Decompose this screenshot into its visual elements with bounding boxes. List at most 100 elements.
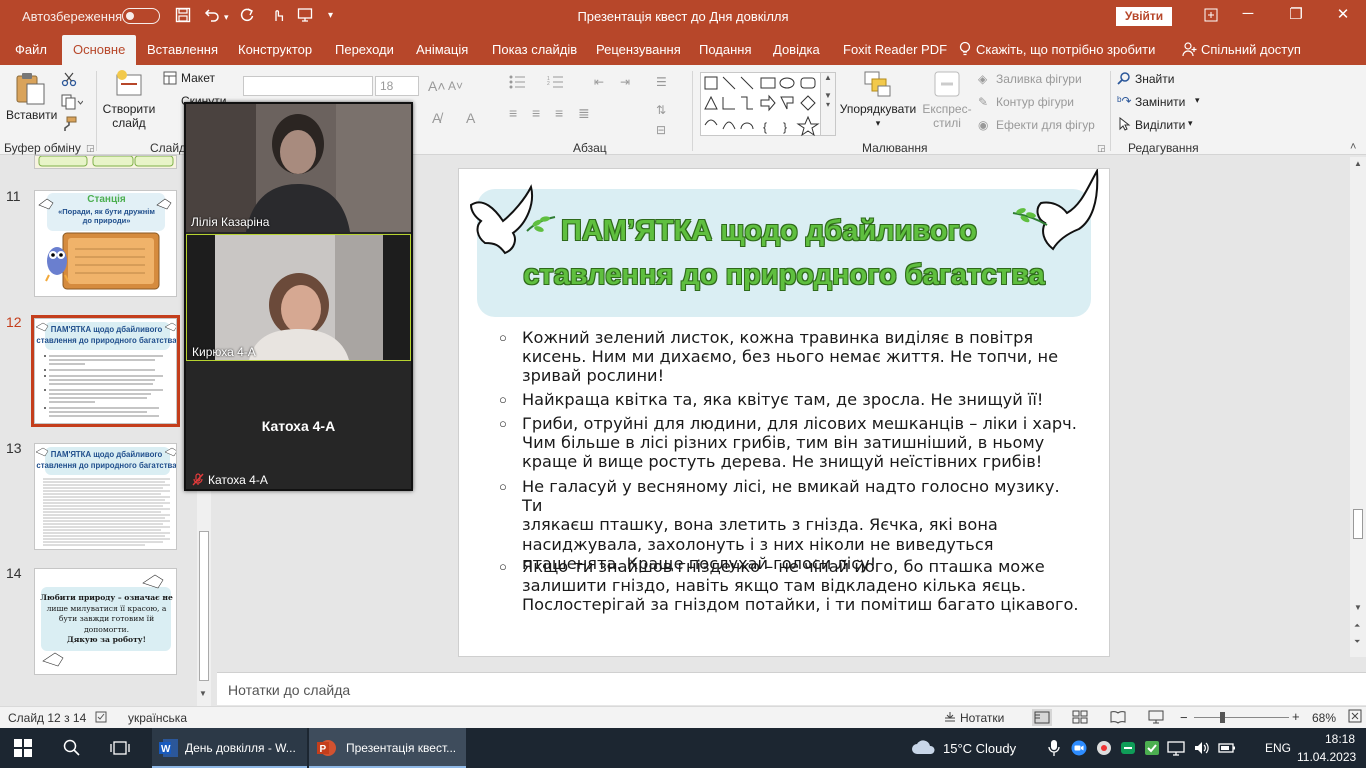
reading-view-icon[interactable] xyxy=(1110,710,1126,727)
normal-view-icon[interactable] xyxy=(1032,709,1052,726)
shapes-gallery[interactable]: { } xyxy=(700,72,834,137)
increase-font-icon[interactable]: A˄ xyxy=(428,78,446,94)
notes-toggle-button[interactable]: Нотатки xyxy=(960,711,1004,725)
drawing-launcher-icon[interactable]: ◲ xyxy=(1097,143,1106,154)
slide-canvas[interactable]: ПАМ’ЯТКА щодо дбайливого ставлення до пр… xyxy=(458,168,1110,657)
tab-design[interactable]: Конструктор xyxy=(238,42,312,57)
scroll-down-icon[interactable]: ▼ xyxy=(199,689,207,698)
format-painter-icon[interactable] xyxy=(61,116,77,135)
restore-button[interactable]: ❐ xyxy=(1273,5,1319,23)
numbering-icon[interactable]: 12 xyxy=(547,75,569,92)
search-icon[interactable] xyxy=(63,739,81,760)
tab-help[interactable]: Довідка xyxy=(773,42,820,57)
replace-button[interactable]: Замінити xyxy=(1135,95,1185,109)
clock-date[interactable]: 11.04.2023 xyxy=(1297,750,1356,764)
quick-styles-button[interactable]: Експрес- стилі xyxy=(918,69,976,130)
slide-thumbnail-10[interactable] xyxy=(34,155,177,169)
slide-thumbnail-12[interactable]: ПАМ'ЯТКА щодо дбайливого ставлення до пр… xyxy=(31,315,180,427)
select-button[interactable]: Виділити xyxy=(1135,118,1185,132)
slide-scroll-thumb[interactable] xyxy=(1353,509,1363,539)
slide-thumbnail-14[interactable]: Любити природу – означає не лише милуват… xyxy=(34,568,177,675)
find-icon[interactable] xyxy=(1117,71,1131,88)
align-text-icon[interactable]: ⊟ xyxy=(656,123,666,137)
tell-me-search[interactable]: Скажіть, що потрібно зробити xyxy=(976,42,1155,57)
select-dropdown-icon[interactable]: ▾ xyxy=(1188,118,1193,129)
weather-text[interactable]: 15°C Cloudy xyxy=(943,741,1016,756)
slide-sorter-icon[interactable] xyxy=(1072,710,1088,727)
minimize-button[interactable]: ─ xyxy=(1225,5,1271,22)
shape-outline-button[interactable]: Контур фігури xyxy=(996,95,1074,109)
bullet-text-2[interactable]: Найкраща квітка та, яка квітує там, де з… xyxy=(522,390,1082,409)
task-view-icon[interactable] xyxy=(110,739,130,760)
zoom-out-icon[interactable]: − xyxy=(1180,710,1188,725)
replace-dropdown-icon[interactable]: ▾ xyxy=(1195,95,1200,106)
align-center-icon[interactable]: ≡ xyxy=(532,105,540,121)
increase-indent-icon[interactable]: ⇥ xyxy=(620,75,630,89)
language-indicator[interactable]: українська xyxy=(128,711,187,725)
align-left-icon[interactable]: ≡ xyxy=(509,105,517,121)
slideshow-icon[interactable] xyxy=(1148,710,1164,727)
fit-to-window-icon[interactable] xyxy=(1348,709,1362,726)
clear-formatting-icon[interactable]: A̸ xyxy=(432,110,441,126)
volume-icon[interactable] xyxy=(1193,739,1211,760)
shape-effects-icon[interactable]: ◉ xyxy=(978,118,988,132)
taskbar-powerpoint-button[interactable]: P Презентація квест... xyxy=(309,728,466,768)
replace-icon[interactable]: ᵇ↷ xyxy=(1117,94,1132,108)
windows-start-icon[interactable] xyxy=(14,739,32,760)
tab-insert[interactable]: Вставлення xyxy=(147,42,218,57)
participant-tile-1[interactable]: Лілія Казаріна xyxy=(186,104,411,232)
zoom-slider[interactable] xyxy=(1194,717,1289,718)
zoom-slider-thumb[interactable] xyxy=(1220,712,1225,723)
tab-view[interactable]: Подання xyxy=(699,42,752,57)
font-name-combo[interactable] xyxy=(243,76,373,96)
notes-pane[interactable]: Нотатки до слайда xyxy=(217,672,1366,705)
clock-time[interactable]: 18:18 xyxy=(1303,732,1355,746)
next-slide-icon[interactable]: ⏷ xyxy=(1354,637,1360,647)
line-spacing-icon[interactable]: ☰ xyxy=(656,75,667,89)
copy-icon[interactable] xyxy=(61,94,84,113)
share-button[interactable]: Спільний доступ xyxy=(1201,42,1301,57)
find-button[interactable]: Знайти xyxy=(1135,72,1174,86)
tab-foxit[interactable]: Foxit Reader PDF xyxy=(843,42,947,57)
bullet-text-3[interactable]: Гриби, отруйні для людини, для лісових м… xyxy=(522,414,1082,472)
shape-fill-button[interactable]: Заливка фігури xyxy=(996,72,1082,86)
justify-icon[interactable]: ≣ xyxy=(578,105,590,122)
tray-app-icon-2[interactable] xyxy=(1120,740,1136,759)
shapes-gallery-scroll[interactable]: ▲ ▼ ▾ xyxy=(820,72,836,136)
tab-home[interactable]: Основне xyxy=(62,35,137,65)
paste-button[interactable]: Вставити xyxy=(6,71,57,122)
decrease-font-icon[interactable]: A˅ xyxy=(448,79,463,93)
shape-fill-icon[interactable]: ◈ xyxy=(978,72,987,86)
sign-in-button[interactable]: Увійти xyxy=(1116,7,1172,26)
bullets-icon[interactable] xyxy=(509,75,531,92)
tab-review[interactable]: Рецензування xyxy=(596,42,681,57)
font-size-combo[interactable]: 18 xyxy=(375,76,419,96)
slide-thumbnail-13[interactable]: ПАМ'ЯТКА щодо дбайливого ставлення до пр… xyxy=(34,443,177,550)
tab-file[interactable]: Файл xyxy=(15,42,47,57)
tab-transitions[interactable]: Переходи xyxy=(335,42,394,57)
taskbar-word-button[interactable]: W День довкілля - W... xyxy=(152,728,307,768)
tray-app-icon-1[interactable] xyxy=(1096,740,1112,759)
collapse-ribbon-icon[interactable]: ˄ xyxy=(1350,141,1356,153)
bullet-text-1[interactable]: Кожний зелений листок, кожна травинка ви… xyxy=(522,328,1082,386)
decrease-indent-icon[interactable]: ⇤ xyxy=(594,75,604,89)
text-direction-icon[interactable]: ⇅ xyxy=(656,103,666,117)
new-slide-button[interactable]: Створити слайд xyxy=(100,69,158,130)
tab-slideshow[interactable]: Показ слайдів xyxy=(492,42,577,57)
input-language[interactable]: ENG xyxy=(1265,741,1291,755)
spelling-icon[interactable] xyxy=(95,710,109,727)
layout-icon[interactable] xyxy=(163,71,177,88)
slide-panel-scroll-thumb[interactable] xyxy=(199,531,209,681)
slide-title-box[interactable] xyxy=(477,189,1091,317)
microphone-icon[interactable] xyxy=(1048,739,1060,760)
network-icon[interactable] xyxy=(1167,739,1185,760)
select-icon[interactable] xyxy=(1117,116,1131,134)
shape-outline-icon[interactable]: ✎ xyxy=(978,95,988,109)
clipboard-launcher-icon[interactable]: ◲ xyxy=(86,143,95,154)
slide-scrollbar[interactable]: ▲ ▼ ⏶ ⏷ xyxy=(1350,157,1366,657)
arrange-button[interactable]: Упорядкувати ▾ xyxy=(838,69,918,130)
notes-icon[interactable] xyxy=(943,710,957,727)
font-color-icon[interactable]: A xyxy=(466,110,475,126)
tab-animations[interactable]: Анімація xyxy=(416,42,468,57)
align-right-icon[interactable]: ≡ xyxy=(555,105,563,121)
